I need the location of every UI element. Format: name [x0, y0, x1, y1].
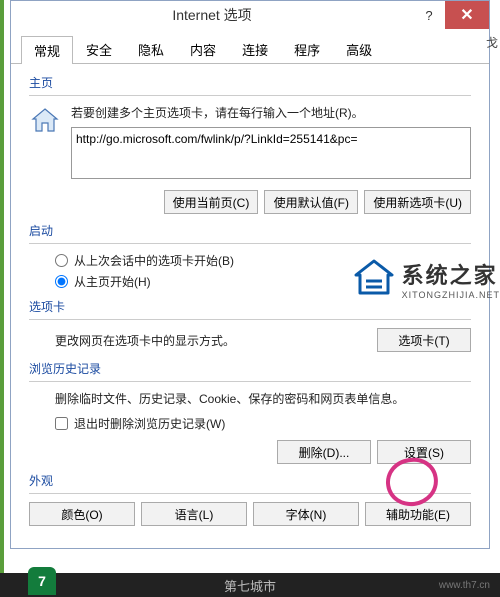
radio-homepage-input[interactable]: [55, 275, 68, 288]
divider: [29, 381, 471, 382]
delete-on-exit-checkbox[interactable]: 退出时删除浏览历史记录(W): [55, 415, 471, 432]
tab-security[interactable]: 安全: [73, 35, 125, 63]
delete-button[interactable]: 删除(D)...: [277, 440, 371, 464]
use-newtab-button[interactable]: 使用新选项卡(U): [364, 190, 471, 214]
history-settings-button[interactable]: 设置(S): [377, 440, 471, 464]
tabs-group: 选项卡 更改网页在选项卡中的显示方式。 选项卡(T): [29, 298, 471, 352]
watermark-title: 系统之家: [402, 258, 500, 290]
tabs-title: 选项卡: [29, 298, 471, 315]
divider: [29, 243, 471, 244]
homepage-url-input[interactable]: [71, 127, 471, 179]
radio-last-session-label: 从上次会话中的选项卡开始(B): [74, 252, 234, 269]
help-button[interactable]: ?: [413, 1, 445, 29]
delete-on-exit-input[interactable]: [55, 417, 68, 430]
tab-advanced[interactable]: 高级: [333, 35, 385, 63]
tabs-button[interactable]: 选项卡(T): [377, 328, 471, 352]
divider: [29, 95, 471, 96]
home-icon: [29, 104, 61, 136]
tab-privacy[interactable]: 隐私: [125, 35, 177, 63]
tab-general[interactable]: 常规: [21, 36, 73, 64]
appearance-title: 外观: [29, 472, 471, 489]
startup-title: 启动: [29, 222, 471, 239]
history-title: 浏览历史记录: [29, 360, 471, 377]
radio-homepage-label: 从主页开始(H): [74, 273, 151, 290]
footer-logo: 7: [28, 567, 56, 595]
colors-button[interactable]: 颜色(O): [29, 502, 135, 526]
use-current-button[interactable]: 使用当前页(C): [164, 190, 259, 214]
cropped-char: 戈: [486, 34, 498, 51]
divider: [29, 493, 471, 494]
footer-text: 第七城市: [224, 576, 276, 595]
tabs-desc: 更改网页在选项卡中的显示方式。: [55, 332, 235, 349]
delete-on-exit-label: 退出时删除浏览历史记录(W): [74, 415, 225, 432]
tab-strip: 常规 安全 隐私 内容 连接 程序 高级: [11, 31, 489, 64]
languages-button[interactable]: 语言(L): [141, 502, 247, 526]
tab-connections[interactable]: 连接: [229, 35, 281, 63]
accessibility-button[interactable]: 辅助功能(E): [365, 502, 471, 526]
close-button[interactable]: ✕: [445, 1, 489, 29]
window-title: Internet 选项: [11, 5, 413, 25]
fonts-button[interactable]: 字体(N): [253, 502, 359, 526]
homepage-group: 主页 若要创建多个主页选项卡，请在每行输入一个地址(R)。 使用当前页(C) 使…: [29, 74, 471, 214]
use-default-button[interactable]: 使用默认值(F): [264, 190, 358, 214]
divider: [29, 319, 471, 320]
watermark: 系统之家 XITONGZHIJIA.NET: [354, 258, 500, 300]
homepage-desc: 若要创建多个主页选项卡，请在每行输入一个地址(R)。: [71, 104, 471, 121]
watermark-icon: [354, 259, 394, 300]
tab-content[interactable]: 内容: [177, 35, 229, 63]
history-desc: 删除临时文件、历史记录、Cookie、保存的密码和网页表单信息。: [55, 390, 471, 407]
footer-site: www.th7.cn: [439, 580, 490, 591]
footer-bar: 7 第七城市 www.th7.cn: [0, 573, 500, 597]
appearance-group: 外观 颜色(O) 语言(L) 字体(N) 辅助功能(E): [29, 472, 471, 526]
tab-programs[interactable]: 程序: [281, 35, 333, 63]
history-group: 浏览历史记录 删除临时文件、历史记录、Cookie、保存的密码和网页表单信息。 …: [29, 360, 471, 464]
titlebar: Internet 选项 ? ✕: [11, 1, 489, 29]
homepage-title: 主页: [29, 74, 471, 91]
radio-last-session-input[interactable]: [55, 254, 68, 267]
watermark-sub: XITONGZHIJIA.NET: [402, 290, 500, 300]
